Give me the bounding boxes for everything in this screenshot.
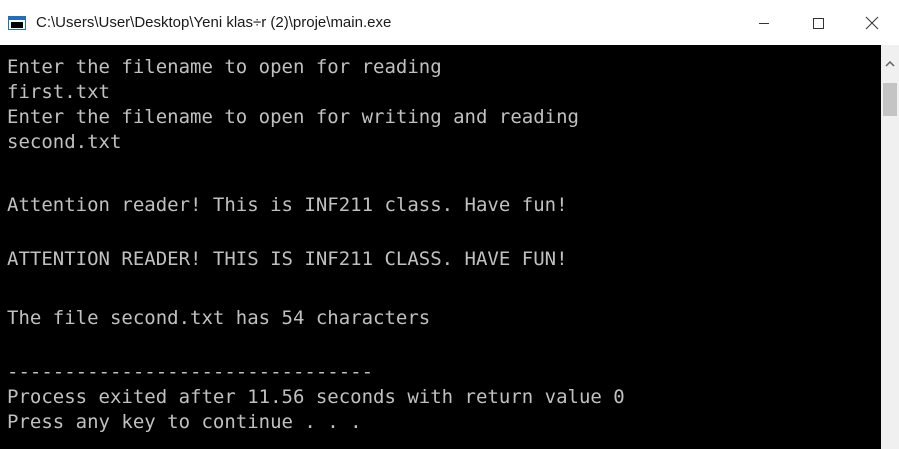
minimize-icon <box>758 17 770 29</box>
console-line: Enter the filename to open for writing a… <box>7 106 579 128</box>
console-output[interactable]: Enter the filename to open for reading f… <box>0 45 881 449</box>
console-line: Process exited after 11.56 seconds with … <box>7 386 625 408</box>
maximize-button[interactable] <box>791 0 845 45</box>
close-icon <box>865 16 879 30</box>
separator-line: -------------------------------- <box>7 361 374 383</box>
console-line: The file second.txt has 54 characters <box>7 307 431 329</box>
title-bar[interactable]: C:\Users\User\Desktop\Yeni klas÷r (2)\pr… <box>0 0 899 45</box>
window-title: C:\Users\User\Desktop\Yeni klas÷r (2)\pr… <box>36 14 392 31</box>
scroll-up-arrow-icon <box>885 55 895 73</box>
console-line: Enter the filename to open for reading <box>7 56 442 78</box>
vertical-scrollbar[interactable] <box>881 45 899 449</box>
console-window: C:\Users\User\Desktop\Yeni klas÷r (2)\pr… <box>0 0 899 449</box>
maximize-icon <box>812 17 824 29</box>
console-line: ATTENTION READER! THIS IS INF211 CLASS. … <box>7 248 568 270</box>
scrollbar-thumb[interactable] <box>883 83 897 116</box>
close-button[interactable] <box>845 0 899 45</box>
console-line: Press any key to continue . . . <box>7 411 362 433</box>
window-controls <box>737 0 899 45</box>
scroll-up-button[interactable] <box>881 45 899 83</box>
console-line: Attention reader! This is INF211 class. … <box>7 194 568 216</box>
console-line: second.txt <box>7 131 122 153</box>
console-app-icon[interactable] <box>8 15 26 30</box>
console-line: first.txt <box>7 81 110 103</box>
minimize-button[interactable] <box>737 0 791 45</box>
